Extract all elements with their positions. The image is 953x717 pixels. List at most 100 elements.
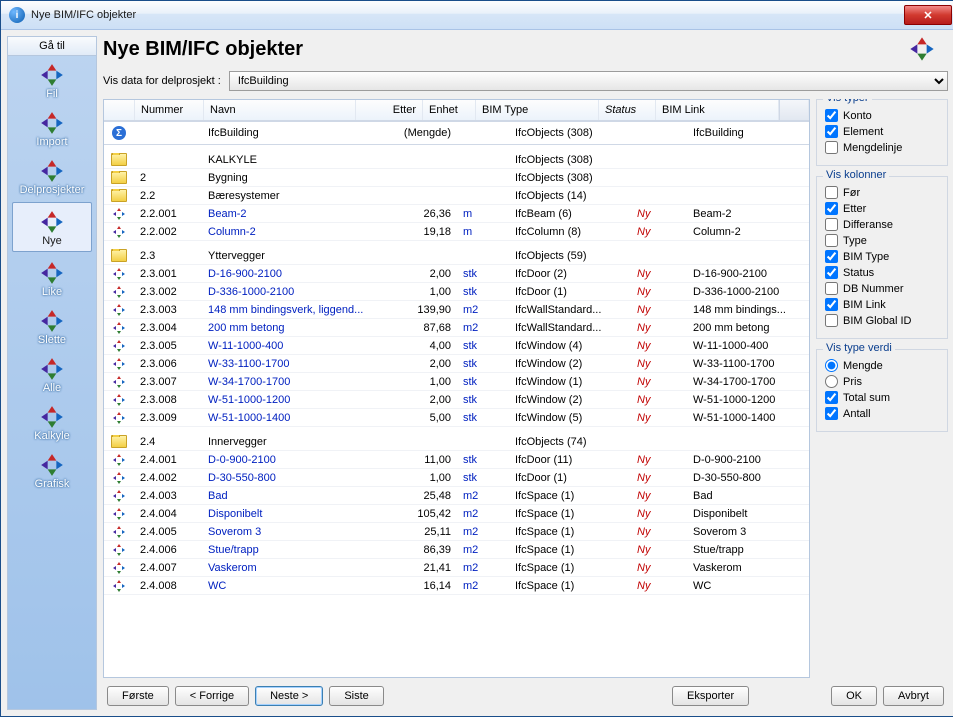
ifc-node-icon — [113, 412, 125, 424]
app-icon: i — [9, 7, 25, 23]
col-bim[interactable]: BIM Type — [476, 100, 599, 120]
table-row[interactable]: 2.4InnerveggerIfcObjects (74) — [104, 433, 809, 451]
col-link[interactable]: BIM Link — [656, 100, 779, 120]
table-row[interactable]: 2.4.002D-30-550-8001,00stkIfcDoor (1)NyD… — [104, 469, 809, 487]
checkbox-antall[interactable]: Antall — [825, 407, 939, 420]
checkbox-bim-type[interactable]: BIM Type — [825, 250, 939, 263]
sidebar-item-alle[interactable]: Alle — [8, 350, 96, 398]
sidebar-item-label: Fil — [46, 88, 58, 100]
ifc-node-icon — [113, 304, 125, 316]
export-button[interactable]: Eksporter — [672, 686, 749, 706]
table-row[interactable]: 2.2.002Column-219,18mIfcColumn (8)NyColu… — [104, 223, 809, 241]
table-row[interactable]: 2.3.008W-51-1000-12002,00stkIfcWindow (2… — [104, 391, 809, 409]
next-button[interactable]: Neste > — [255, 686, 323, 706]
col-nummer[interactable]: Nummer — [135, 100, 204, 120]
ifc-node-icon — [113, 358, 125, 370]
ifc-icon — [39, 158, 65, 184]
table-row[interactable]: 2.3.004200 mm betong87,68m2IfcWallStanda… — [104, 319, 809, 337]
ifc-node-icon — [113, 322, 125, 334]
ifc-node-icon — [113, 208, 125, 220]
prev-button[interactable]: < Forrige — [175, 686, 249, 706]
table-row[interactable]: 2.3.002D-336-1000-21001,00stkIfcDoor (1)… — [104, 283, 809, 301]
sidebar-item-grafisk[interactable]: Grafisk — [8, 446, 96, 494]
sidebar-item-label: Kalkyle — [34, 430, 69, 442]
table-row[interactable]: 2.3.005W-11-1000-4004,00stkIfcWindow (4)… — [104, 337, 809, 355]
ifc-icon — [39, 209, 65, 235]
table-row[interactable]: 2.4.008WC16,14m2IfcSpace (1)NyWC — [104, 577, 809, 595]
col-navn[interactable]: Navn — [204, 100, 356, 120]
table-row[interactable]: 2.2BæresystemerIfcObjects (14) — [104, 187, 809, 205]
page-title: Nye BIM/IFC objekter — [103, 38, 948, 61]
table-row[interactable]: 2.4.001D-0-900-210011,00stkIfcDoor (11)N… — [104, 451, 809, 469]
table-row[interactable]: 2.4.006Stue/trapp86,39m2IfcSpace (1)NySt… — [104, 541, 809, 559]
table-row[interactable]: 2.2.001Beam-226,36mIfcBeam (6)NyBeam-2 — [104, 205, 809, 223]
ifc-node-icon — [113, 472, 125, 484]
ifc-node-icon — [113, 340, 125, 352]
checkbox-før[interactable]: Før — [825, 186, 939, 199]
options-panel: Vis typer KontoElementMengdelinje Vis ko… — [816, 99, 948, 678]
ifc-node-icon — [113, 286, 125, 298]
table-body[interactable]: ΣIfcBuilding(Mengde)IfcObjects (308)IfcB… — [104, 121, 809, 677]
ifc-icon — [39, 308, 65, 334]
folder-icon — [111, 189, 127, 202]
close-button[interactable]: ✕ — [904, 5, 952, 25]
table-row[interactable]: 2.3.007W-34-1700-17001,00stkIfcWindow (1… — [104, 373, 809, 391]
sidebar-item-label: Grafisk — [35, 478, 70, 490]
table-row[interactable]: 2.4.004Disponibelt105,42m2IfcSpace (1)Ny… — [104, 505, 809, 523]
ifc-icon — [39, 452, 65, 478]
first-button[interactable]: Første — [107, 686, 169, 706]
table-row[interactable]: ΣIfcBuilding(Mengde)IfcObjects (308)IfcB… — [104, 121, 809, 145]
checkbox-etter[interactable]: Etter — [825, 202, 939, 215]
ifc-node-icon — [113, 544, 125, 556]
folder-icon — [111, 435, 127, 448]
checkbox-type[interactable]: Type — [825, 234, 939, 247]
ok-button[interactable]: OK — [831, 686, 877, 706]
checkbox-bim-global-id[interactable]: BIM Global ID — [825, 314, 939, 327]
checkbox-db-nummer[interactable]: DB Nummer — [825, 282, 939, 295]
sidebar-item-label: Like — [42, 286, 62, 298]
sidebar-item-slette[interactable]: Slette — [8, 302, 96, 350]
cancel-button[interactable]: Avbryt — [883, 686, 944, 706]
ifc-icon — [39, 110, 65, 136]
checkbox-total-sum[interactable]: Total sum — [825, 391, 939, 404]
sidebar-item-import[interactable]: Import — [8, 104, 96, 152]
sidebar-item-delprosjekter[interactable]: Delprosjekter — [8, 152, 96, 200]
table-row[interactable]: KALKYLEIfcObjects (308) — [104, 151, 809, 169]
radio-mengde[interactable]: Mengde — [825, 359, 939, 372]
col-status[interactable]: Status — [599, 100, 656, 120]
table-row[interactable]: 2.4.007Vaskerom21,41m2IfcSpace (1)NyVask… — [104, 559, 809, 577]
checkbox-element[interactable]: Element — [825, 125, 939, 138]
table-row[interactable]: 2.4.005Soverom 325,11m2IfcSpace (1)NySov… — [104, 523, 809, 541]
checkbox-mengdelinje[interactable]: Mengdelinje — [825, 141, 939, 154]
close-icon: ✕ — [923, 9, 932, 22]
table-row[interactable]: 2.3.006W-33-1100-17002,00stkIfcWindow (2… — [104, 355, 809, 373]
checkbox-bim-link[interactable]: BIM Link — [825, 298, 939, 311]
subproject-select[interactable]: IfcBuilding — [229, 71, 948, 91]
sidebar-item-label: Import — [36, 136, 67, 148]
col-etter[interactable]: Etter — [356, 100, 423, 120]
sidebar-item-nye[interactable]: Nye — [12, 202, 92, 252]
checkbox-differanse[interactable]: Differanse — [825, 218, 939, 231]
radio-pris[interactable]: Pris — [825, 375, 939, 388]
dialog-window: i Nye BIM/IFC objekter ✕ Gå til FilImpor… — [0, 0, 953, 717]
table-row[interactable]: 2BygningIfcObjects (308) — [104, 169, 809, 187]
subproject-label: Vis data for delprosjekt : — [103, 75, 221, 87]
table-row[interactable]: 2.3.009W-51-1000-14005,00stkIfcWindow (5… — [104, 409, 809, 427]
ifc-node-icon — [113, 508, 125, 520]
table-row[interactable]: 2.3.003148 mm bindingsverk, liggend...13… — [104, 301, 809, 319]
titlebar: i Nye BIM/IFC objekter ✕ — [1, 1, 953, 30]
table-row[interactable]: 2.3.001D-16-900-21002,00stkIfcDoor (2)Ny… — [104, 265, 809, 283]
table-row[interactable]: 2.3YtterveggerIfcObjects (59) — [104, 247, 809, 265]
checkbox-status[interactable]: Status — [825, 266, 939, 279]
col-enhet[interactable]: Enhet — [423, 100, 476, 120]
ifc-node-icon — [113, 268, 125, 280]
last-button[interactable]: Siste — [329, 686, 383, 706]
sidebar-item-like[interactable]: Like — [8, 254, 96, 302]
sidebar-item-label: Alle — [43, 382, 61, 394]
sidebar-item-fil[interactable]: Fil — [8, 56, 96, 104]
table-header: Nummer Navn Etter Enhet BIM Type Status … — [104, 100, 809, 121]
sidebar-item-kalkyle[interactable]: Kalkyle — [8, 398, 96, 446]
group-vis-verdi: Vis type verdi MengdePrisTotal sumAntall — [816, 349, 948, 432]
checkbox-konto[interactable]: Konto — [825, 109, 939, 122]
table-row[interactable]: 2.4.003Bad25,48m2IfcSpace (1)NyBad — [104, 487, 809, 505]
